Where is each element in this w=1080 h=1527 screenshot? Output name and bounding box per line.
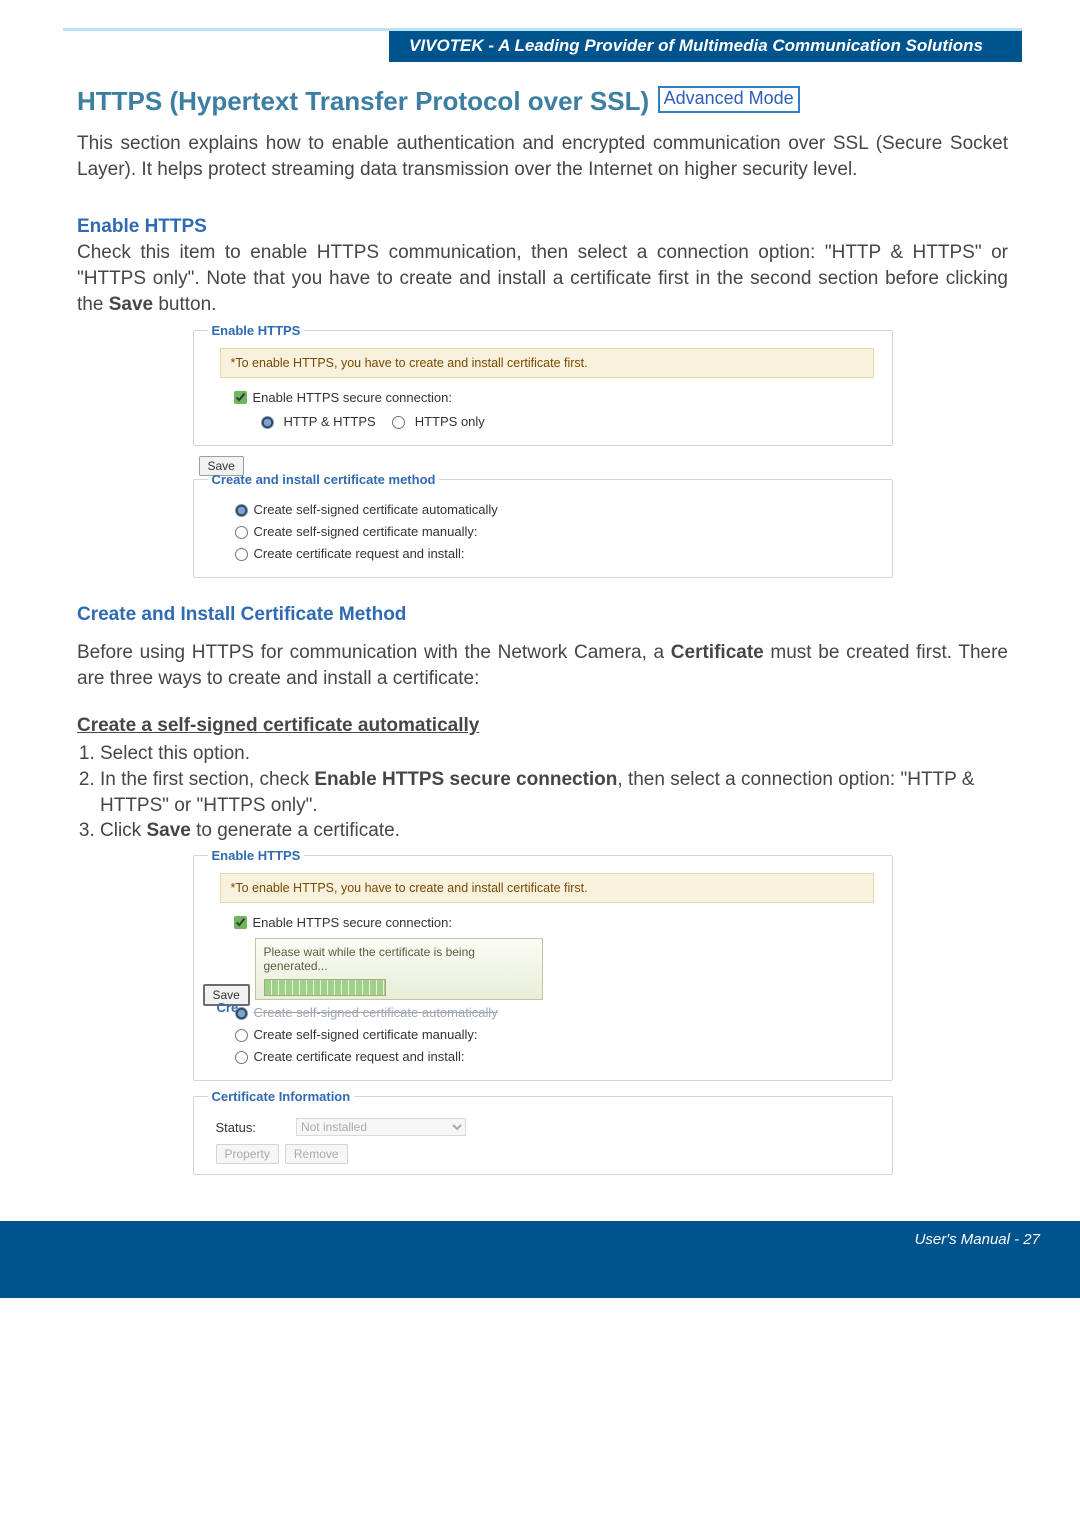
radio-cert-manual-2[interactable] [235,1029,248,1042]
status-select[interactable]: Not installed [296,1118,466,1136]
radio-https-only[interactable] [392,416,405,429]
radio-cert-request-label-2: Create certificate request and install: [254,1049,465,1064]
mode-badge: Advanced Mode [658,86,800,113]
notice-box: *To enable HTTPS, you have to create and… [220,348,874,378]
steps-list: Select this option. In the first section… [77,741,1008,844]
radio-cert-auto-label-2: Create self-signed certificate automatic… [254,1005,498,1020]
page-title-row: HTTPS (Hypertext Transfer Protocol over … [77,86,1008,117]
radio-http-https-label: HTTP & HTTPS [284,414,376,429]
cert-buttons: Property Remove [216,1144,878,1164]
enable-checkbox-row[interactable]: Enable HTTPS secure connection: [230,388,878,407]
connection-options: HTTP & HTTPS HTTPS only [256,413,878,429]
radio-cert-request-2[interactable] [235,1051,248,1064]
radio-cert-manual-label-2: Create self-signed certificate manually: [254,1027,478,1042]
property-button[interactable]: Property [216,1144,279,1164]
enable-checkbox-row-2[interactable]: Enable HTTPS secure connection: [230,913,878,932]
radio-cert-manual-label: Create self-signed certificate manually: [254,524,478,539]
create-install-heading: Create and Install Certificate Method [77,604,1008,626]
enable-https-legend: Enable HTTPS [208,323,305,338]
step-2-bold: Enable HTTPS secure connection [314,769,617,790]
create-method-fieldset: Create and install certificate method Cr… [193,472,893,578]
remove-button[interactable]: Remove [285,1144,348,1164]
enable-https-legend-2: Enable HTTPS [208,848,305,863]
cert-status-row: Status: Not installed [216,1118,878,1136]
create-method-legend: Create and install certificate method [208,472,440,487]
cert-request-row[interactable]: Create certificate request and install: [230,545,878,561]
radio-cert-auto-label: Create self-signed certificate automatic… [254,502,498,517]
ci-para-prefix: Before using HTTPS for communication wit… [77,642,671,663]
figure-enable-https: Enable HTTPS *To enable HTTPS, you have … [193,323,893,578]
step-2: In the first section, check Enable HTTPS… [100,767,1008,818]
page-footer: User's Manual - 27 [0,1221,1080,1298]
page-title: HTTPS (Hypertext Transfer Protocol over … [77,86,649,116]
popup-text: Please wait while the certificate is bei… [264,945,534,973]
radio-http-https[interactable] [261,416,274,429]
enable-https-checkbox-label: Enable HTTPS secure connection: [253,390,452,405]
progress-popup: Please wait while the certificate is bei… [255,938,543,1000]
step-3: Click Save to generate a certificate. [100,818,1008,844]
enable-text-after: button. [153,294,216,315]
enable-https-fieldset: Enable HTTPS *To enable HTTPS, you have … [193,323,893,446]
status-label: Status: [216,1120,256,1135]
figure-generate-cert: Enable HTTPS *To enable HTTPS, you have … [193,848,893,1175]
cert-request-row-2[interactable]: Create certificate request and install: [230,1048,878,1064]
enable-text-before: Check this item to enable HTTPS communic… [77,242,1008,314]
cert-auto-row-2[interactable]: Create self-signed certificate automatic… [230,1004,878,1020]
progress-bar [264,979,386,996]
radio-cert-request[interactable] [235,548,248,561]
radio-cert-manual[interactable] [235,526,248,539]
cert-info-fieldset: Certificate Information Status: Not inst… [193,1089,893,1175]
step-3-suffix: to generate a certificate. [191,820,400,841]
brand-strip: VIVOTEK - A Leading Provider of Multimed… [389,31,1022,62]
ci-para-bold: Certificate [671,642,764,663]
radio-cert-request-label: Create certificate request and install: [254,546,465,561]
create-auto-subheading: Create a self-signed certificate automat… [77,715,1008,737]
footer-text: User's Manual - 27 [915,1231,1040,1248]
create-install-paragraph: Before using HTTPS for communication wit… [77,640,1008,691]
step-1: Select this option. [100,741,1008,767]
radio-https-only-label: HTTPS only [415,414,485,429]
cert-auto-row[interactable]: Create self-signed certificate automatic… [230,501,878,517]
enable-https-checkbox[interactable] [234,391,247,404]
cre-fragment: Cre [217,1000,239,1015]
header-bar: VIVOTEK - A Leading Provider of Multimed… [63,28,1022,62]
cert-manual-row-2[interactable]: Create self-signed certificate manually: [230,1026,878,1042]
enable-https-checkbox-2[interactable] [234,916,247,929]
step-3-bold: Save [146,820,190,841]
step-3-prefix: Click [100,820,146,841]
enable-https-text: Check this item to enable HTTPS communic… [77,240,1008,317]
notice-box-2: *To enable HTTPS, you have to create and… [220,873,874,903]
intro-paragraph: This section explains how to enable auth… [77,131,1008,182]
step-2-prefix: In the first section, check [100,769,314,790]
enable-https-checkbox-label-2: Enable HTTPS secure connection: [253,915,452,930]
enable-https-heading: Enable HTTPS [77,216,1008,238]
cert-info-legend: Certificate Information [208,1089,355,1104]
cert-manual-row[interactable]: Create self-signed certificate manually: [230,523,878,539]
enable-text-save: Save [109,294,153,315]
radio-cert-auto[interactable] [235,504,248,517]
